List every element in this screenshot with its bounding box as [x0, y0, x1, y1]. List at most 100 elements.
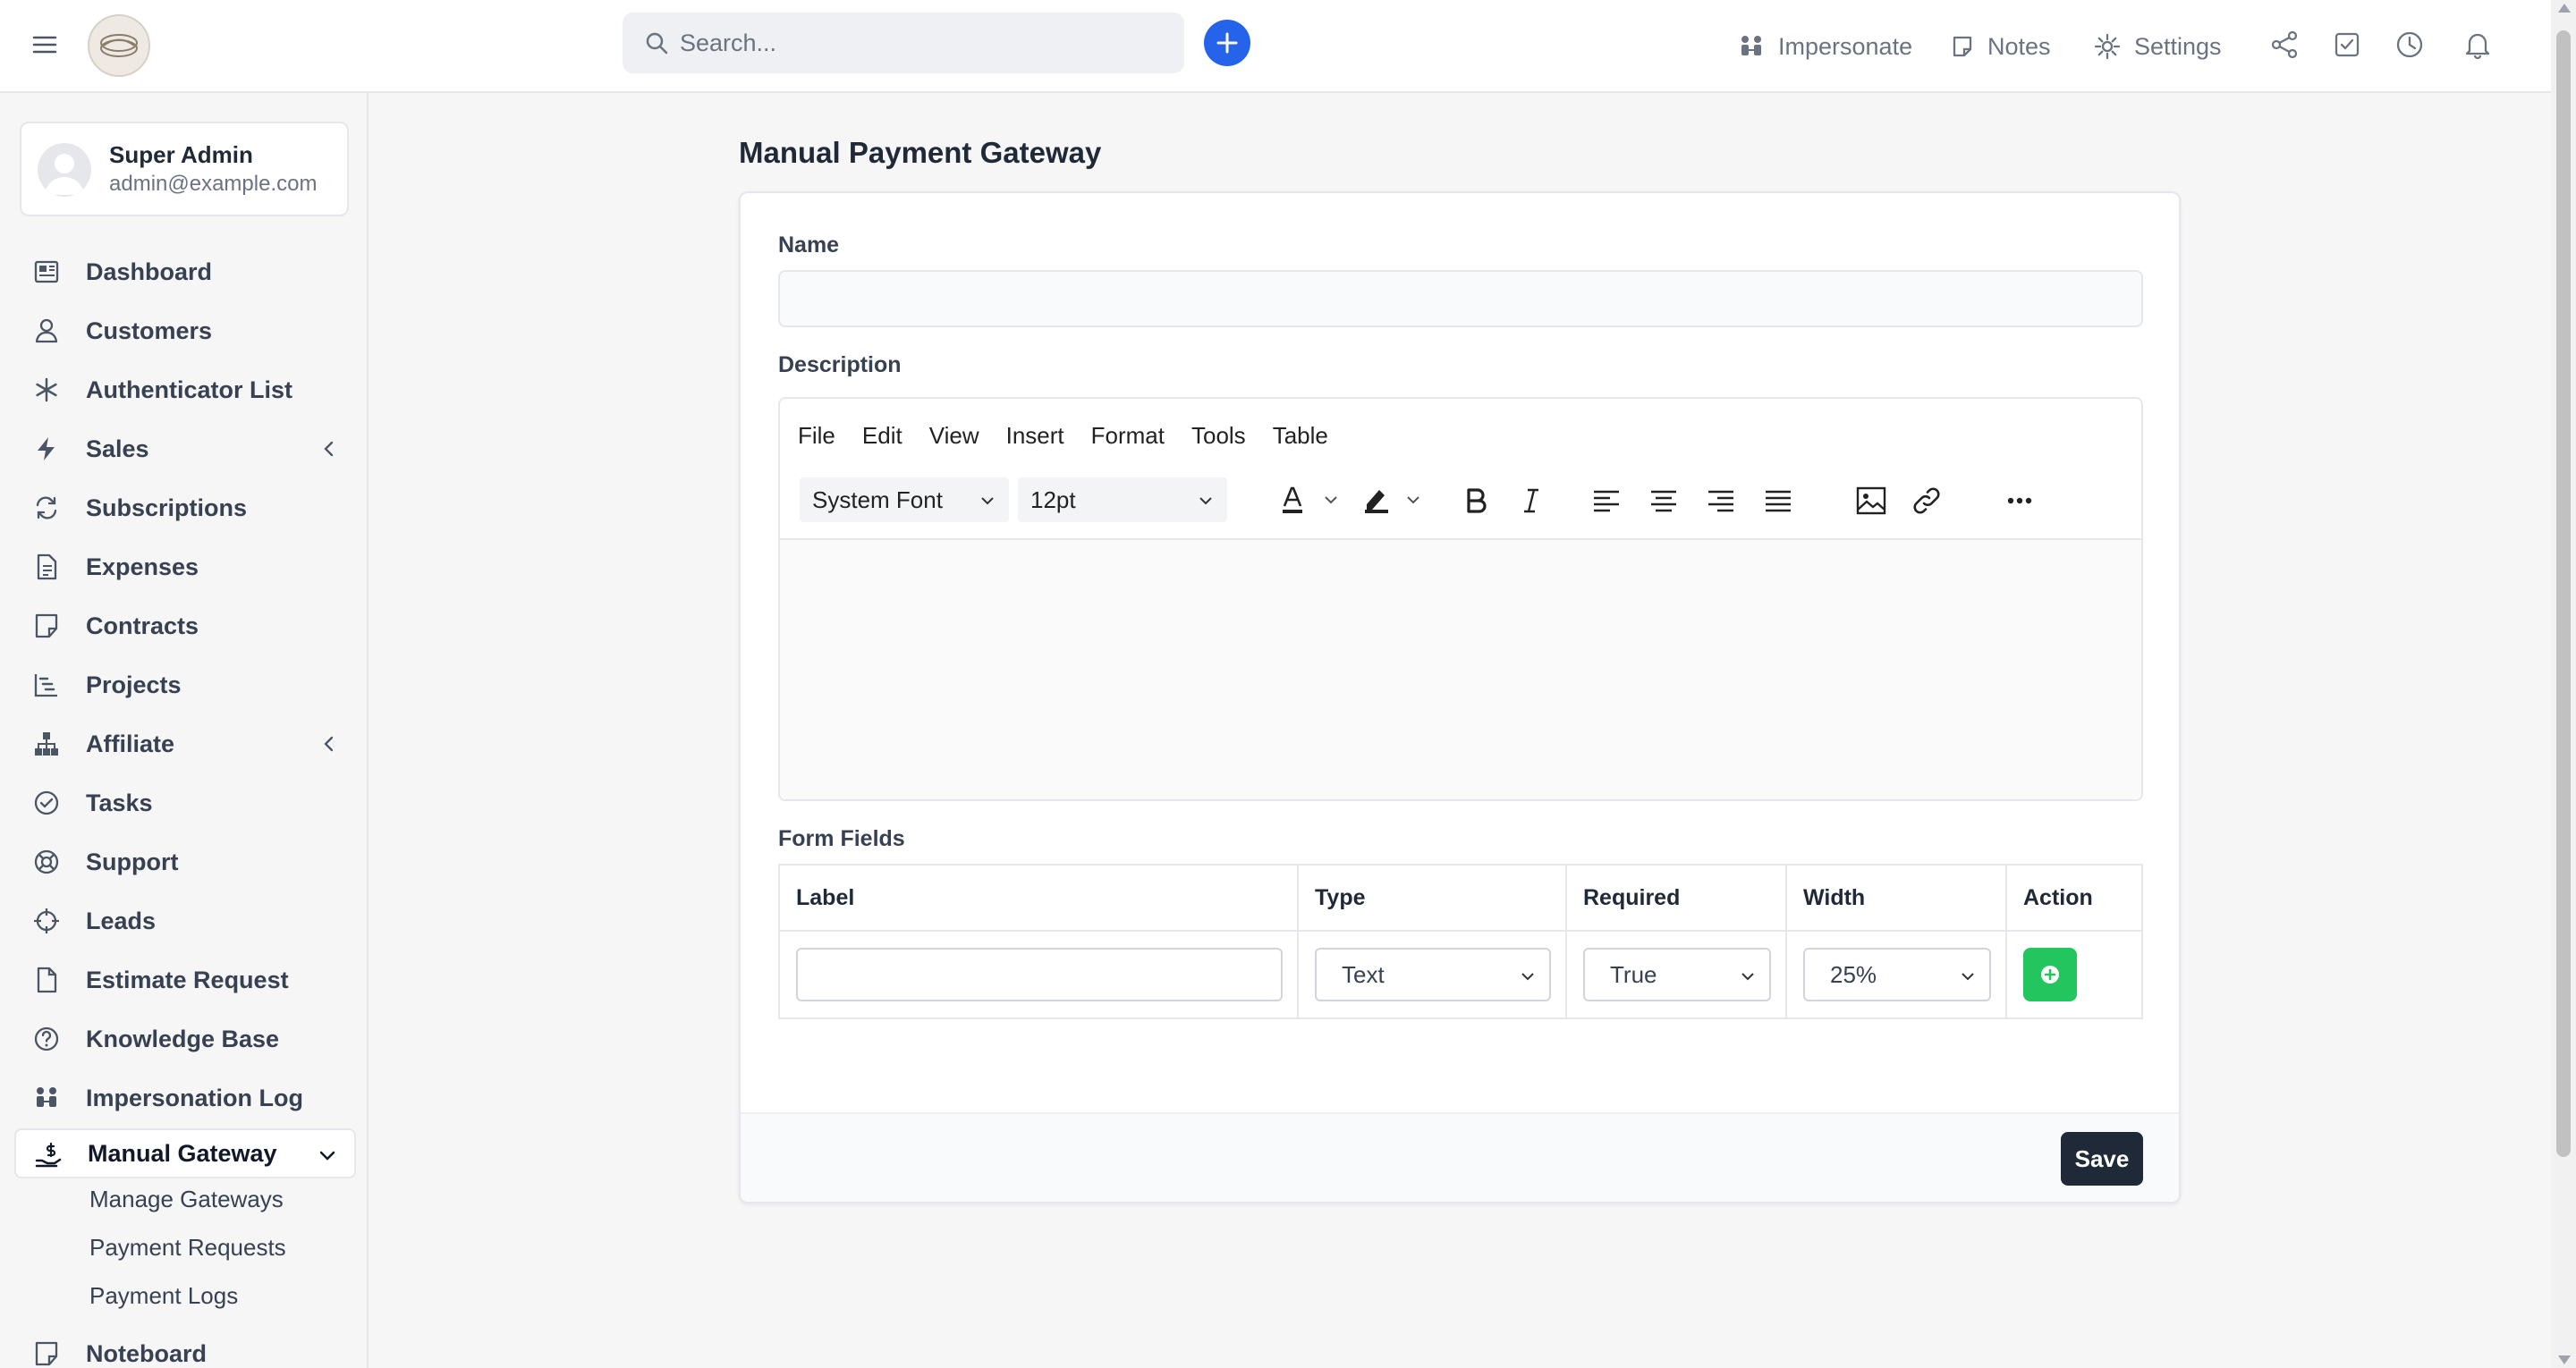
share-icon[interactable] [2268, 29, 2301, 61]
sidebar-item-impersonation-log[interactable]: Impersonation Log [14, 1073, 356, 1123]
checkbox-todo-icon[interactable] [2331, 29, 2363, 61]
italic-button[interactable] [1512, 481, 1551, 520]
sidebar-item-noteboard[interactable]: Noteboard [14, 1329, 356, 1368]
editor-menu-format[interactable]: Format [1091, 422, 1165, 450]
bold-button[interactable] [1456, 481, 1496, 520]
save-button[interactable]: Save [2061, 1132, 2143, 1186]
sidebar-item-estimate-request[interactable]: Estimate Request [14, 955, 356, 1005]
sidebar-item-dashboard[interactable]: Dashboard [14, 247, 356, 297]
align-left-button[interactable] [1587, 481, 1626, 520]
more-horizontal-icon [2007, 497, 2032, 504]
sidebar-item-label: Impersonation Log [86, 1084, 303, 1111]
chevron-down-icon [1741, 973, 1754, 981]
sidebar-item-label: Leads [86, 907, 157, 934]
align-justify-button[interactable] [1758, 481, 1798, 520]
editor-menu-edit[interactable]: Edit [862, 422, 902, 450]
sidebar-item-knowledge-base[interactable]: Knowledge Base [14, 1014, 356, 1064]
scroll-thumb[interactable] [2556, 30, 2571, 1157]
insert-image-button[interactable] [1852, 481, 1891, 520]
note-icon [35, 1341, 58, 1366]
sidebar-item-leads[interactable]: Leads [14, 896, 356, 946]
field-type-select[interactable]: Text [1315, 948, 1551, 1001]
editor-menu-view[interactable]: View [929, 422, 979, 450]
field-label-input[interactable] [796, 948, 1283, 1001]
impersonate-link[interactable]: Impersonate [1737, 27, 1912, 66]
sidebar-item-sales[interactable]: Sales [14, 424, 356, 474]
scroll-up-arrow-icon[interactable] [2558, 4, 2571, 13]
text-color-icon [1283, 486, 1337, 513]
field-required-select[interactable]: True [1583, 948, 1771, 1001]
text-color-button[interactable] [1275, 481, 1347, 520]
field-width-value: 25% [1830, 960, 1877, 988]
search-bar [623, 13, 1184, 73]
font-family-select[interactable]: System Font [800, 477, 1009, 522]
column-header-required: Required [1567, 866, 1787, 930]
sidebar-item-expenses[interactable]: Expenses [14, 542, 356, 592]
editor-menu-file[interactable]: File [798, 422, 835, 450]
editor-menu-insert[interactable]: Insert [1006, 422, 1064, 450]
sidebar-item-contracts[interactable]: Contracts [14, 601, 356, 651]
document-icon [37, 553, 57, 580]
sidebar-item-support[interactable]: Support [14, 837, 356, 887]
hamburger-menu-icon[interactable] [30, 30, 59, 59]
impersonate-icon [1741, 36, 1761, 55]
rich-text-editor: File Edit View Insert Format Tools Table… [778, 397, 2143, 801]
sidebar-subitem-payment-requests[interactable]: Payment Requests [89, 1234, 286, 1262]
highlight-color-button[interactable] [1358, 481, 1429, 520]
link-icon [1913, 487, 1940, 514]
align-center-button[interactable] [1644, 481, 1683, 520]
sidebar: Super Admin admin@example.com Dashboard … [0, 93, 369, 1368]
notes-link[interactable]: Notes [1950, 27, 2051, 66]
quick-add-button[interactable] [1204, 20, 1250, 66]
sidebar-item-manual-gateway[interactable]: Manual Gateway [14, 1128, 356, 1178]
sidebar-subitem-payment-logs[interactable]: Payment Logs [89, 1282, 238, 1310]
note-icon [35, 613, 58, 638]
gateway-form-card: Name Description File Edit View Insert F… [739, 191, 2181, 1203]
gantt-chart-icon [34, 674, 57, 697]
add-field-button[interactable] [2023, 948, 2077, 1001]
user-profile-card[interactable]: Super Admin admin@example.com [20, 122, 349, 216]
editor-menu-tools[interactable]: Tools [1191, 422, 1246, 450]
align-center-icon [1651, 490, 1676, 512]
sidebar-item-label: Knowledge Base [86, 1025, 280, 1052]
sidebar-item-label: Sales [86, 435, 149, 462]
font-size-select[interactable]: 12pt [1018, 477, 1227, 522]
search-icon [644, 30, 671, 57]
field-width-select[interactable]: 25% [1803, 948, 1991, 1001]
scroll-down-arrow-icon[interactable] [2558, 1355, 2571, 1364]
name-input[interactable] [778, 270, 2143, 327]
chevron-down-icon [1962, 973, 1974, 981]
clock-icon[interactable] [2394, 29, 2426, 61]
sidebar-item-authenticator-list[interactable]: Authenticator List [14, 365, 356, 415]
repeat-icon [36, 496, 57, 519]
align-right-icon [1708, 490, 1733, 512]
sidebar-item-affiliate[interactable]: Affiliate [14, 719, 356, 769]
table-cell-label [780, 932, 1299, 1018]
search-input[interactable] [680, 13, 1163, 73]
sidebar-item-label: Estimate Request [86, 966, 289, 993]
insert-link-button[interactable] [1907, 481, 1946, 520]
editor-menu-table[interactable]: Table [1273, 422, 1328, 450]
check-circle-icon [34, 790, 59, 815]
bell-icon[interactable] [2462, 29, 2494, 61]
sidebar-item-subscriptions[interactable]: Subscriptions [14, 483, 356, 533]
name-label: Name [778, 232, 840, 258]
app-logo[interactable] [88, 14, 150, 77]
dashboard-icon [34, 260, 59, 283]
editor-content-area[interactable] [780, 540, 2141, 799]
align-right-button[interactable] [1701, 481, 1741, 520]
sidebar-item-projects[interactable]: Projects [14, 660, 356, 710]
table-cell-width: 25% [1787, 932, 2007, 1018]
gear-icon [2094, 33, 2121, 60]
sidebar-subitem-manage-gateways[interactable]: Manage Gateways [89, 1186, 284, 1213]
sidebar-item-label: Noteboard [86, 1339, 207, 1367]
editor-toolbar: System Font 12pt [780, 474, 2141, 538]
sidebar-item-tasks[interactable]: Tasks [14, 778, 356, 828]
page-scrollbar[interactable] [2551, 0, 2576, 1368]
font-size-value: 12pt [1030, 486, 1076, 513]
editor-menubar: File Edit View Insert Format Tools Table [798, 422, 1355, 450]
sidebar-item-label: Customers [86, 317, 213, 344]
more-options-button[interactable] [2000, 481, 2039, 520]
sidebar-item-customers[interactable]: Customers [14, 306, 356, 356]
settings-link[interactable]: Settings [2093, 27, 2222, 66]
